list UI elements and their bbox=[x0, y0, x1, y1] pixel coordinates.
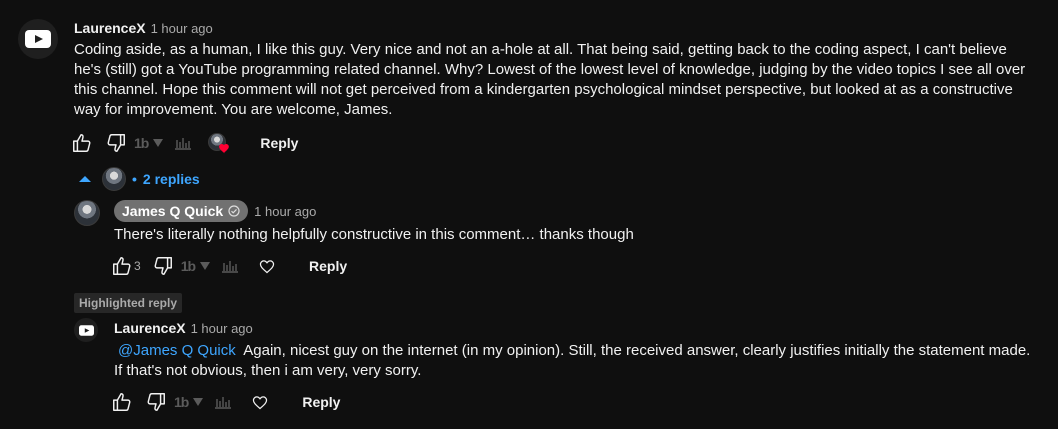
highlighted-reply-label: Highlighted reply bbox=[74, 293, 183, 313]
comment-header: LaurenceX 1 hour ago bbox=[74, 20, 213, 36]
bar-chart-icon bbox=[222, 261, 239, 273]
extension-buttons[interactable]: 1b bbox=[134, 135, 192, 151]
reply-author-avatar-icon bbox=[102, 167, 126, 191]
reply-button[interactable]: Reply bbox=[297, 252, 359, 280]
reply-author[interactable]: LaurenceX bbox=[114, 320, 186, 336]
verified-check-icon bbox=[228, 205, 240, 217]
replies-count-label: 2 replies bbox=[142, 171, 200, 187]
extension-buttons[interactable]: 1b bbox=[181, 258, 239, 274]
channel-avatar[interactable] bbox=[18, 19, 58, 59]
thumbs-down-icon bbox=[147, 393, 165, 411]
comment-author[interactable]: LaurenceX bbox=[74, 20, 146, 36]
youtube-logo-icon bbox=[78, 324, 94, 336]
caret-down-icon bbox=[193, 398, 204, 406]
heart-icon bbox=[219, 143, 230, 154]
ext-label: 1b bbox=[180, 258, 196, 274]
thumbs-up-icon bbox=[73, 134, 91, 152]
thumbs-up-icon bbox=[113, 257, 131, 275]
reply-author: James Q Quick bbox=[122, 203, 224, 219]
reply-button[interactable]: Reply bbox=[290, 388, 352, 416]
thumbs-down-icon bbox=[107, 134, 125, 152]
ext-label: 1b bbox=[174, 394, 189, 410]
reply-avatar[interactable] bbox=[74, 200, 100, 226]
channel-avatar[interactable] bbox=[74, 318, 98, 342]
replies-separator: • bbox=[132, 171, 137, 187]
caret-down-icon bbox=[153, 139, 164, 147]
reply-text-body: Again, nicest guy on the internet (in my… bbox=[114, 342, 1031, 379]
mention-link[interactable]: @James Q Quick bbox=[118, 342, 236, 359]
bar-chart-icon bbox=[215, 397, 232, 409]
reply-actions: 3 1b Reply bbox=[106, 250, 359, 282]
ext-label: 1b bbox=[134, 135, 149, 151]
owner-badge[interactable]: James Q Quick bbox=[114, 200, 249, 222]
like-count: 3 bbox=[134, 259, 141, 273]
replies-toggle[interactable]: • 2 replies bbox=[78, 165, 200, 193]
dislike-button[interactable] bbox=[100, 127, 132, 159]
like-button[interactable] bbox=[106, 386, 138, 418]
reply-header: LaurenceX 1 hour ago bbox=[114, 320, 253, 336]
heart-button[interactable] bbox=[251, 250, 283, 282]
bar-chart-icon bbox=[175, 138, 192, 150]
heart-outline-icon bbox=[259, 260, 275, 274]
reply-button[interactable]: Reply bbox=[248, 129, 310, 157]
comment-actions: 1b Reply bbox=[66, 127, 310, 159]
dislike-button[interactable] bbox=[140, 386, 172, 418]
reply-time[interactable]: 1 hour ago bbox=[254, 204, 316, 219]
thumbs-down-icon bbox=[154, 257, 172, 275]
reply-text: There's literally nothing helpfully cons… bbox=[114, 226, 634, 243]
heart-button[interactable] bbox=[244, 386, 276, 418]
creator-heart bbox=[206, 129, 234, 157]
youtube-logo-icon bbox=[25, 30, 51, 48]
dislike-button[interactable] bbox=[147, 250, 179, 282]
caret-down-icon bbox=[200, 262, 211, 270]
chevron-up-icon bbox=[79, 176, 91, 182]
thumbs-up-icon bbox=[113, 393, 131, 411]
like-button[interactable] bbox=[66, 127, 98, 159]
comment-text: Coding aside, as a human, I like this gu… bbox=[74, 41, 1026, 118]
comment-time[interactable]: 1 hour ago bbox=[151, 21, 213, 36]
reply-time[interactable]: 1 hour ago bbox=[191, 321, 253, 336]
extension-buttons[interactable]: 1b bbox=[174, 394, 232, 410]
heart-outline-icon bbox=[253, 396, 268, 410]
reply-text: @James Q Quick Again, nicest guy on the … bbox=[114, 341, 1034, 381]
reply-actions: 1b Reply bbox=[106, 386, 352, 418]
reply-header: James Q Quick 1 hour ago bbox=[114, 200, 316, 222]
